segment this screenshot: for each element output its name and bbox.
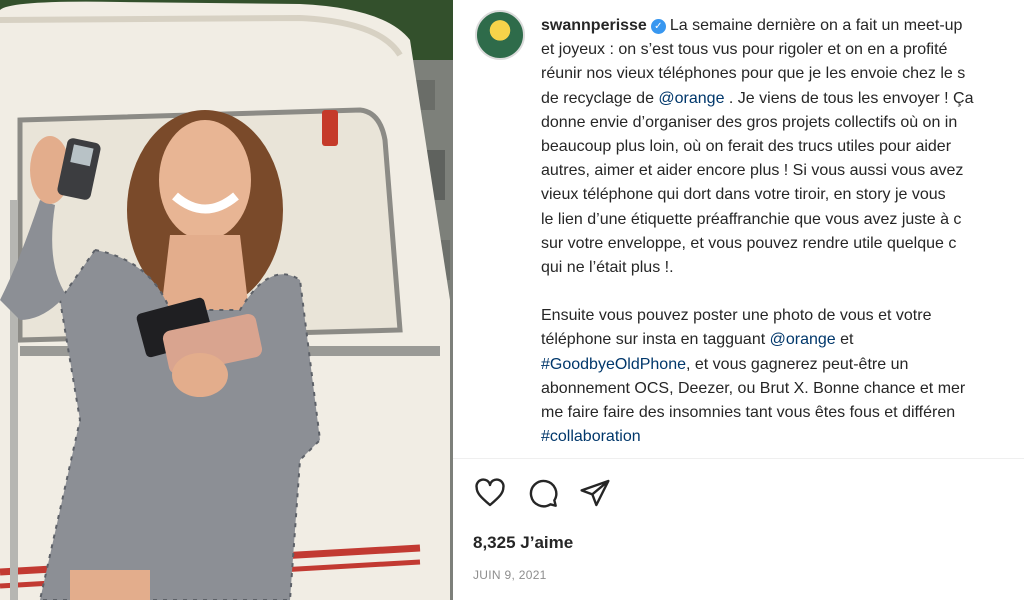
photo-illustration <box>0 0 453 600</box>
verified-badge-icon: ✓ <box>650 19 666 34</box>
caption-text: . Je viens de tous les envoyer ! Ça <box>724 89 974 107</box>
share-button[interactable] <box>579 477 611 509</box>
share-icon <box>580 479 610 507</box>
caption-line: me faire faire des insomnies tant vous ê… <box>541 404 956 421</box>
caption-line: donne envie d’organiser des gros projets… <box>541 113 958 131</box>
username-link[interactable]: swannperisse <box>541 17 647 34</box>
comment-icon <box>529 479 558 508</box>
caption-line: #GoodbyeOldPhone, et vous gagnerez peut-… <box>541 353 1024 377</box>
caption-text: de recyclage de <box>541 89 659 107</box>
caption-line: swannperisse ✓ La semaine dernière on a fa… <box>541 14 1024 38</box>
caption-line: qui ne l’était plus !. <box>541 258 674 276</box>
like-button[interactable] <box>473 477 507 509</box>
caption-text: et <box>835 331 854 349</box>
caption-line: beaucoup plus loin, où on ferait des tru… <box>541 137 952 155</box>
hashtag-collaboration-link[interactable]: #collaboration <box>541 428 641 445</box>
mention-orange-link[interactable]: @orange <box>770 331 836 348</box>
caption-line: et joyeux : on s’est tous vus pour rigol… <box>541 41 948 59</box>
caption-line: réunir nos vieux téléphones pour que je … <box>541 65 966 83</box>
post-date[interactable]: JUIN 9, 2021 <box>473 568 547 582</box>
divider <box>453 458 1024 459</box>
caption-line: téléphone sur insta en tagguant @orange … <box>541 328 1024 352</box>
caption-line: abonnement OCS, Deezer, ou Brut X. Bonne… <box>541 379 966 397</box>
caption-line: de recyclage de @orange . Je viens de to… <box>541 87 1024 111</box>
caption-line: autres, aimer et aider encore plus ! Si … <box>541 162 964 180</box>
post-photo[interactable] <box>0 0 453 600</box>
hashtag-goodbyeoldphone-link[interactable]: #GoodbyeOldPhone <box>541 356 686 373</box>
caption-text: téléphone sur insta en tagguant <box>541 331 770 349</box>
likes-count[interactable]: 8,325 J’aime <box>473 533 573 553</box>
caption-text: , et vous gagnerez peut-être un <box>686 355 909 373</box>
heart-icon <box>475 478 505 507</box>
caption-line: vieux téléphone qui dort dans votre tiro… <box>541 186 946 204</box>
caption-line: Ensuite vous pouvez poster une photo de … <box>541 307 932 325</box>
caption-line: sur votre enveloppe, et vous pouvez rend… <box>541 234 957 252</box>
caption-line: #collaboration <box>541 425 1024 449</box>
post-actions <box>473 476 611 510</box>
mention-orange-link[interactable]: @orange <box>658 90 724 107</box>
post-panel: swannperisse ✓ La semaine dernière on a fa… <box>453 0 1024 600</box>
caption-text: La semaine dernière on a fait un meet-up <box>669 17 963 34</box>
comment-button[interactable] <box>527 477 559 509</box>
avatar[interactable] <box>475 10 525 60</box>
caption-line: le lien d’une étiquette préaffranchie qu… <box>541 210 962 228</box>
post-caption: swannperisse ✓ La semaine dernière on a fa… <box>541 14 1024 449</box>
